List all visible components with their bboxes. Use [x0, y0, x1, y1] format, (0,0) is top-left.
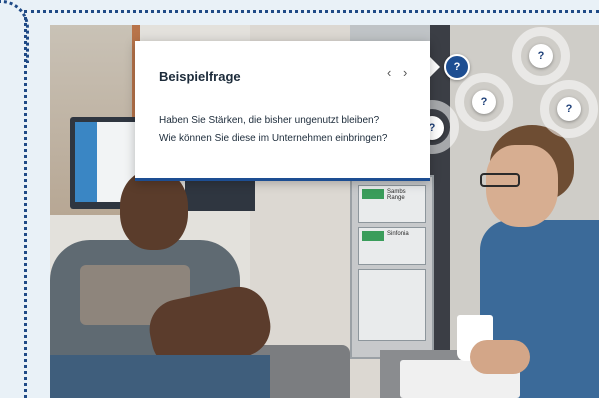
question-line: Wie können Sie diese im Unternehmen einb… — [159, 133, 388, 144]
brochure-rack: Sambs Range Sinfonia — [350, 175, 434, 359]
dotted-frame-top — [24, 10, 599, 13]
popup-title: Beispielfrage — [159, 69, 241, 84]
help-hotspot[interactable]: ? — [557, 97, 581, 121]
question-popup: Beispielfrage ‹ › Haben Sie Stärken, die… — [135, 41, 430, 181]
help-hotspot-active[interactable]: ? — [444, 54, 470, 80]
brochure: Sambs Range — [358, 185, 426, 223]
brochure: Sinfonia — [358, 227, 426, 265]
dotted-frame-left — [24, 10, 27, 398]
brochure — [358, 269, 426, 341]
popup-pointer — [430, 57, 440, 77]
help-hotspot[interactable]: ? — [529, 44, 553, 68]
help-hotspot[interactable]: ? — [472, 90, 496, 114]
chevron-left-icon[interactable]: ‹ — [387, 65, 391, 80]
chevron-right-icon[interactable]: › — [403, 65, 407, 80]
question-line: Haben Sie Stärken, die bisher ungenutzt … — [159, 115, 380, 126]
